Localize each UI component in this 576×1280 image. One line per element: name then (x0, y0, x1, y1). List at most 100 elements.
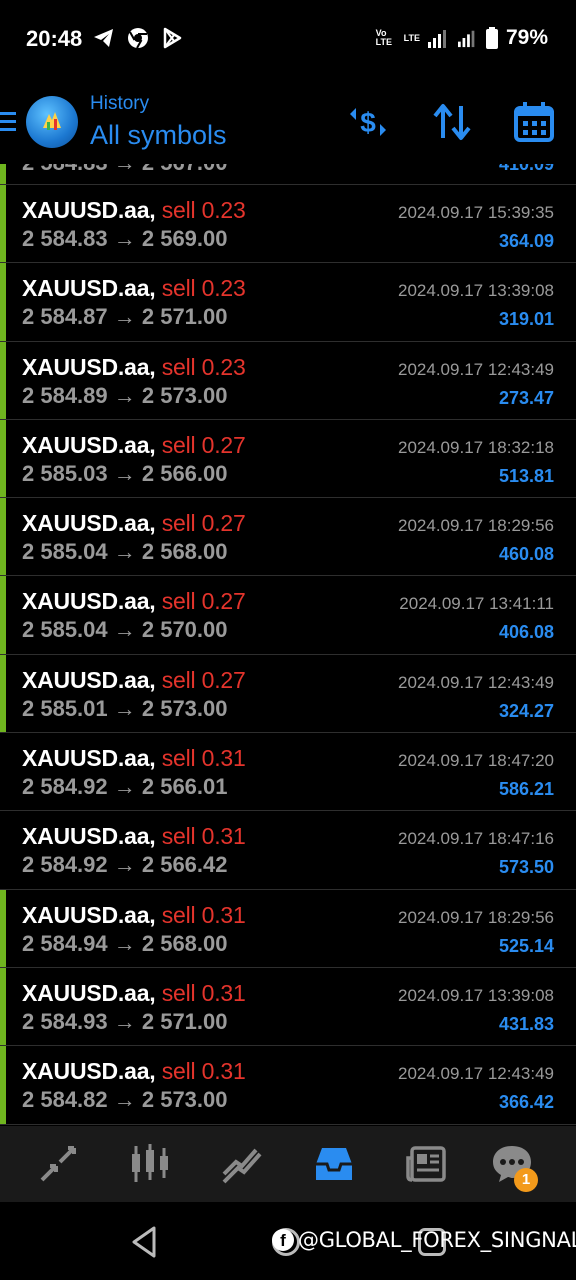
trade-time: 2024.09.17 18:29:56 (398, 907, 554, 927)
news-icon[interactable] (404, 1142, 448, 1186)
list-item[interactable]: XAUUSD.aa, sell 0.27 2 585.04 → 2 568.00 2… (0, 498, 576, 577)
trade-symbol-name: XAUUSD.aa, (22, 197, 156, 223)
trade-symbol: XAUUSD.aa, sell 0.31 (22, 902, 246, 929)
trade-profit: 364.09 (498, 231, 554, 251)
list-item[interactable]: XAUUSD.aa, sell 0.27 2 585.03 → 2 566.00 2… (0, 419, 576, 499)
trade-type: sell 0.23 (161, 353, 246, 380)
trade-prices: 2 584.93 → 2 571.00 (22, 1008, 228, 1034)
trade-profit: 525.14 (498, 935, 554, 956)
trade-symbol: XAUUSD.aa, sell 0.31 (22, 823, 246, 850)
trade-type: sell 0.23 (161, 197, 246, 223)
calendar-icon[interactable] (512, 100, 556, 144)
trade-time: 2024.09.17 12:43:49 (398, 672, 554, 692)
trade-symbol: XAUUSD.aa, sell 0.23 (22, 354, 246, 381)
trade-time: 2024.09.17 13:41:11 (399, 594, 554, 614)
trade-time: 2024.09.17 13:39:08 (398, 985, 554, 1005)
list-item[interactable]: XAUUSD.aa, sell 0.27 2 585.04 → 2 570.00 2… (0, 576, 576, 655)
trade-type: sell 0.31 (161, 1058, 246, 1085)
trade-symbol-name: XAUUSD.aa, (22, 666, 156, 693)
facebook-icon: f (272, 1229, 294, 1251)
trade-profit: 410.09 (498, 164, 554, 174)
quotes-icon[interactable] (36, 1142, 80, 1186)
history-icon[interactable] (312, 1142, 356, 1186)
list-item[interactable]: XAUUSD.aa, sell 0.31 2 584.92 → 2 566.42 2… (0, 811, 576, 890)
trade-type: sell 0.31 (161, 979, 246, 1006)
status-bar-indicator (0, 1046, 6, 1124)
list-item-partial[interactable]: 2 584.83 → 2 567.00 410.09 (0, 164, 576, 185)
play-store-icon (163, 27, 182, 49)
trade-symbol: XAUUSD.aa, sell 0.23 (22, 275, 246, 302)
signal-icon-2 (457, 30, 475, 48)
trade-profit: 513.81 (498, 465, 554, 486)
trade-prices: 2 584.82 → 2 573.00 (22, 1087, 228, 1113)
list-item[interactable]: XAUUSD.aa, sell 0.31 2 584.92 → 2 566.01 2… (0, 733, 576, 812)
trade-type: sell 0.27 (161, 588, 246, 615)
trade-time: 2024.09.17 18:29:56 (398, 516, 554, 536)
list-item[interactable]: XAUUSD.aa, sell 0.23 2 584.83 → 2 569.00 2… (0, 185, 576, 264)
logo-mark-icon (43, 112, 61, 130)
trade-symbol: XAUUSD.aa, sell 0.27 (22, 667, 246, 694)
trade-symbol-name: XAUUSD.aa, (22, 901, 156, 928)
trade-icon[interactable] (220, 1142, 264, 1186)
trade-profit: 573.50 (498, 857, 554, 878)
chart-icon[interactable] (128, 1142, 172, 1186)
header-title[interactable]: All symbols (90, 120, 227, 151)
trade-time: 2024.09.17 18:32:18 (398, 437, 554, 457)
trade-profit: 273.47 (498, 387, 554, 408)
trade-symbol: XAUUSD.aa, sell 0.31 (22, 980, 246, 1007)
status-bar: 20:48 Vo LTE LTE 79% (0, 0, 576, 78)
trade-history-list[interactable]: 2 584.83 → 2 567.00 410.09 XAUUSD.aa, se… (0, 164, 576, 1126)
system-navigation: f @GLOBAL_FOREX_SINGNALS (0, 1202, 576, 1280)
status-bar-indicator (0, 498, 6, 576)
menu-icon[interactable] (0, 112, 16, 134)
trade-time: 2024.09.17 15:39:35 (398, 203, 554, 222)
currency-swap-icon[interactable]: $ (346, 100, 390, 144)
list-item[interactable]: XAUUSD.aa, sell 0.31 2 584.93 → 2 571.00 2… (0, 967, 576, 1047)
trade-time: 2024.09.17 18:47:16 (398, 829, 554, 849)
trade-profit: 406.08 (498, 622, 554, 643)
list-item[interactable]: XAUUSD.aa, sell 0.23 2 584.89 → 2 573.00 2… (0, 341, 576, 420)
trade-type: sell 0.31 (161, 745, 246, 772)
trade-prices: 2 584.83 → 2 567.00 (22, 164, 228, 176)
trade-prices: 2 584.89 → 2 573.00 (22, 382, 228, 408)
trade-symbol: XAUUSD.aa, sell 0.31 (22, 1058, 246, 1085)
messages-button[interactable]: 1 (490, 1142, 538, 1192)
trade-profit: 586.21 (498, 779, 554, 800)
status-bar-indicator (0, 419, 6, 498)
status-bar-indicator (0, 263, 6, 341)
trade-prices: 2 584.92 → 2 566.01 (22, 774, 228, 800)
watermark: f @GLOBAL_FOREX_SINGNALS (272, 1228, 576, 1252)
trade-time: 2024.09.17 13:39:08 (398, 281, 554, 301)
trade-symbol: XAUUSD.aa, sell 0.27 (22, 510, 246, 537)
battery-icon (485, 27, 498, 49)
trade-profit: 319.01 (498, 309, 554, 330)
trade-symbol-name: XAUUSD.aa, (22, 745, 156, 772)
list-item[interactable]: XAUUSD.aa, sell 0.23 2 584.87 → 2 571.00 2… (0, 263, 576, 342)
trade-symbol: XAUUSD.aa, sell 0.27 (22, 588, 246, 615)
trade-symbol-name: XAUUSD.aa, (22, 588, 156, 615)
trade-profit: 431.83 (498, 1013, 554, 1034)
status-bar-indicator (0, 889, 6, 967)
trade-profit: 366.42 (498, 1092, 554, 1113)
trade-symbol-name: XAUUSD.aa, (22, 979, 156, 1006)
trade-symbol-name: XAUUSD.aa, (22, 275, 156, 302)
trade-type: sell 0.27 (161, 431, 246, 458)
list-item[interactable]: XAUUSD.aa, sell 0.27 2 585.01 → 2 573.00 2… (0, 654, 576, 734)
trade-prices: 2 584.83 → 2 569.00 (22, 226, 228, 251)
status-bar-indicator (0, 185, 6, 263)
trade-symbol-name: XAUUSD.aa, (22, 431, 156, 458)
back-icon[interactable] (128, 1224, 160, 1260)
trade-time: 2024.09.17 12:43:49 (398, 359, 554, 379)
telegram-icon (94, 29, 113, 47)
trade-symbol: XAUUSD.aa, sell 0.27 (22, 432, 246, 459)
trade-symbol-name: XAUUSD.aa, (22, 510, 156, 537)
trade-symbol: XAUUSD.aa, sell 0.23 (22, 197, 246, 224)
chrome-icon (128, 28, 148, 49)
status-bar-indicator (0, 576, 6, 654)
list-item[interactable]: XAUUSD.aa, sell 0.31 2 584.82 → 2 573.00 2… (0, 1046, 576, 1125)
sort-icon[interactable] (430, 100, 474, 144)
header-subtitle: History (90, 93, 150, 114)
list-item[interactable]: XAUUSD.aa, sell 0.31 2 584.94 → 2 568.00 2… (0, 889, 576, 968)
signal-icon (427, 30, 446, 48)
status-bar-indicator (0, 654, 6, 733)
